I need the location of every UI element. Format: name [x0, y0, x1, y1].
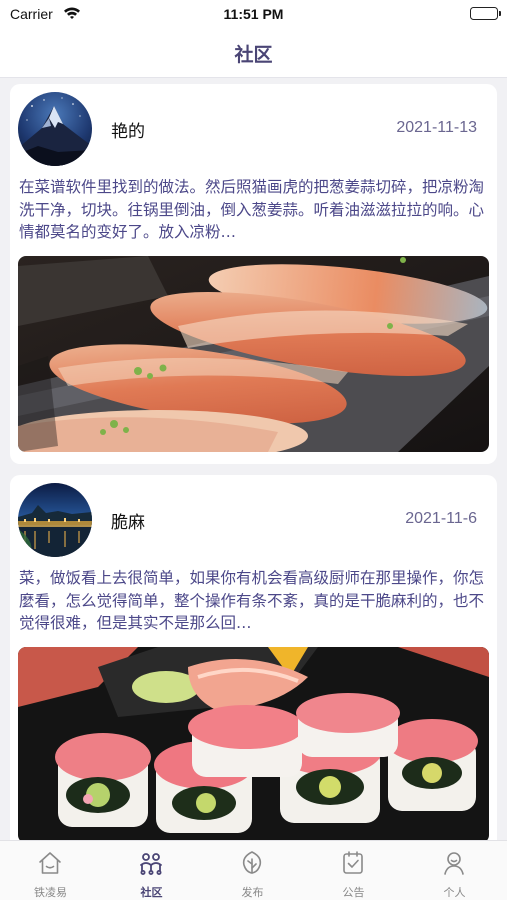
post-username[interactable]: 艳的	[111, 117, 145, 142]
post-card[interactable]: 脆麻 2021-11-6 菜，做饭看上去很简单，如果你有机会看高级厨师在那里操作…	[10, 475, 497, 840]
avatar[interactable]	[18, 483, 92, 557]
post-image[interactable]	[18, 647, 489, 840]
tab-label: 公告	[342, 886, 365, 899]
post-username[interactable]: 脆麻	[111, 508, 145, 533]
tab-label: 发布	[241, 886, 264, 899]
profile-icon	[440, 849, 468, 877]
tab-label: 社区	[140, 886, 163, 899]
tab-label: 铁凌易	[34, 886, 67, 899]
post-image[interactable]	[18, 256, 489, 452]
post-text[interactable]: 在菜谱软件里找到的做法。然后照猫画虎的把葱姜蒜切碎，把凉粉淘洗干净，切块。往锅里…	[19, 176, 488, 244]
post-date: 2021-11-13	[396, 119, 477, 136]
announcement-icon	[339, 849, 367, 877]
tab-community[interactable]: 社区	[101, 841, 202, 900]
post-feed[interactable]: 艳的 2021-11-13 在菜谱软件里找到的做法。然后照猫画虎的把葱姜蒜切碎，…	[0, 78, 507, 840]
nav-bar: 社区	[0, 30, 507, 78]
tab-home[interactable]: 铁凌易	[0, 841, 101, 900]
status-time: 11:51 PM	[223, 6, 284, 22]
community-icon	[137, 849, 165, 877]
tab-label: 个人	[443, 886, 466, 899]
status-bar: Carrier 11:51 PM	[0, 0, 507, 30]
post-card[interactable]: 艳的 2021-11-13 在菜谱软件里找到的做法。然后照猫画虎的把葱姜蒜切碎，…	[10, 84, 497, 464]
tab-bar: 铁凌易 社区 发布 公告 个人	[0, 840, 507, 900]
battery-icon	[470, 7, 501, 20]
avatar[interactable]	[18, 92, 92, 166]
publish-icon	[238, 849, 266, 877]
tab-publish[interactable]: 发布	[202, 841, 303, 900]
post-date: 2021-11-6	[405, 510, 477, 527]
page-title: 社区	[234, 44, 273, 66]
tab-announcement[interactable]: 公告	[303, 841, 404, 900]
home-icon	[36, 849, 64, 877]
post-text[interactable]: 菜，做饭看上去很简单，如果你有机会看高级厨师在那里操作，你怎麼看，怎么觉得简单，…	[19, 567, 488, 635]
tab-profile[interactable]: 个人	[404, 841, 505, 900]
